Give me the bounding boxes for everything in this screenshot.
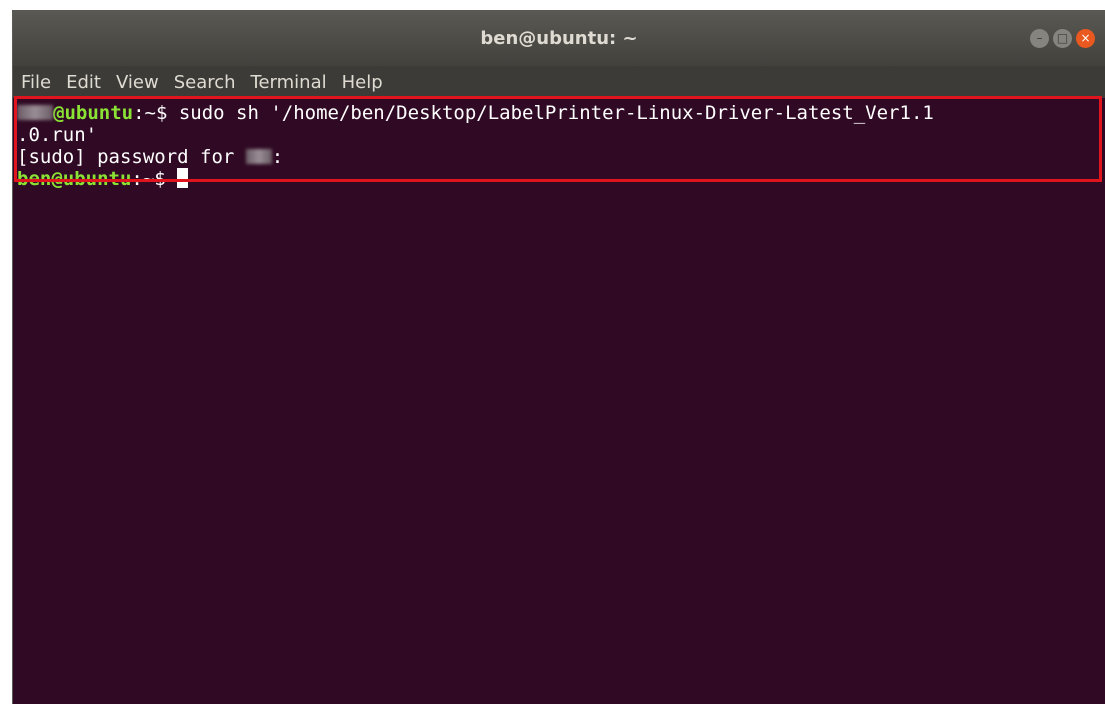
menu-file[interactable]: File xyxy=(13,72,58,93)
menu-help[interactable]: Help xyxy=(334,72,390,93)
terminal-line-4: ben@ubuntu:~$ xyxy=(17,168,1105,190)
window-title: ben@ubuntu: ~ xyxy=(480,28,638,49)
redacted-username xyxy=(17,105,53,120)
terminal-output[interactable]: @ubuntu:~$ sudo sh '/home/ben/Desktop/La… xyxy=(13,102,1105,704)
prompt-user-host: ben@ubuntu xyxy=(17,168,132,190)
terminal-window: ben@ubuntu: ~ – □ × File Edit View Searc… xyxy=(12,10,1105,704)
title-bar[interactable]: ben@ubuntu: ~ – □ × xyxy=(13,10,1105,66)
terminal-line-1: @ubuntu:~$ sudo sh '/home/ben/Desktop/La… xyxy=(17,102,1105,124)
menu-search[interactable]: Search xyxy=(166,72,243,93)
menu-bar: File Edit View Search Terminal Help xyxy=(13,66,1105,98)
maximize-button[interactable]: □ xyxy=(1053,29,1072,48)
prompt-path: :~$ xyxy=(133,102,168,124)
prompt-spacer xyxy=(166,168,177,190)
redacted-username xyxy=(245,149,272,164)
window-controls: – □ × xyxy=(1030,29,1095,48)
sudo-prompt-suffix: : xyxy=(271,146,284,168)
menu-edit[interactable]: Edit xyxy=(58,72,108,93)
minimize-button[interactable]: – xyxy=(1030,29,1049,48)
command-text: sudo sh '/home/ben/Desktop/LabelPrinter-… xyxy=(167,102,934,124)
sudo-password-prompt: [sudo] password for xyxy=(17,146,246,168)
terminal-line-2: .0.run' xyxy=(17,124,98,146)
prompt-host: @ubuntu xyxy=(53,102,134,124)
text-cursor xyxy=(177,168,189,188)
terminal-line-3: [sudo] password for : xyxy=(17,146,1105,168)
menu-view[interactable]: View xyxy=(108,72,166,93)
close-button[interactable]: × xyxy=(1076,29,1095,48)
prompt-path: :~$ xyxy=(131,168,166,190)
menu-terminal[interactable]: Terminal xyxy=(243,72,334,93)
